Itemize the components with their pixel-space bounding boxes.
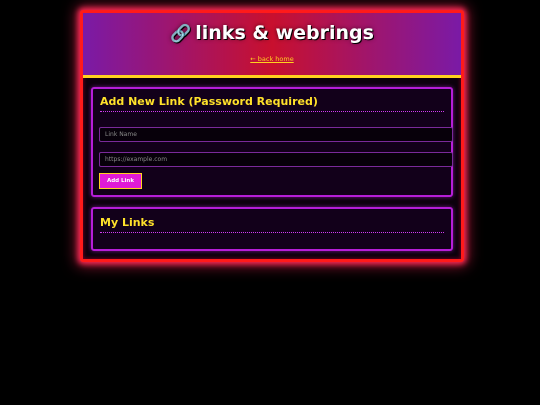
link-name-input[interactable] <box>99 127 453 142</box>
link-url-input[interactable] <box>99 152 453 167</box>
page-title-text: links & webrings <box>195 22 374 44</box>
back-home-link[interactable]: ← back home <box>83 55 461 63</box>
page-header: 🔗 links & webrings ← back home <box>83 13 461 78</box>
add-link-panel: Add New Link (Password Required) Add Lin… <box>91 87 453 197</box>
add-link-heading: Add New Link (Password Required) <box>100 95 444 112</box>
page-frame: 🔗 links & webrings ← back home Add New Li… <box>80 10 464 262</box>
my-links-panel: My Links <box>91 207 453 251</box>
my-links-heading: My Links <box>100 216 444 233</box>
add-link-button[interactable]: Add Link <box>99 173 142 189</box>
link-chain-icon: 🔗 <box>170 24 192 44</box>
page-title: 🔗 links & webrings <box>83 22 461 44</box>
